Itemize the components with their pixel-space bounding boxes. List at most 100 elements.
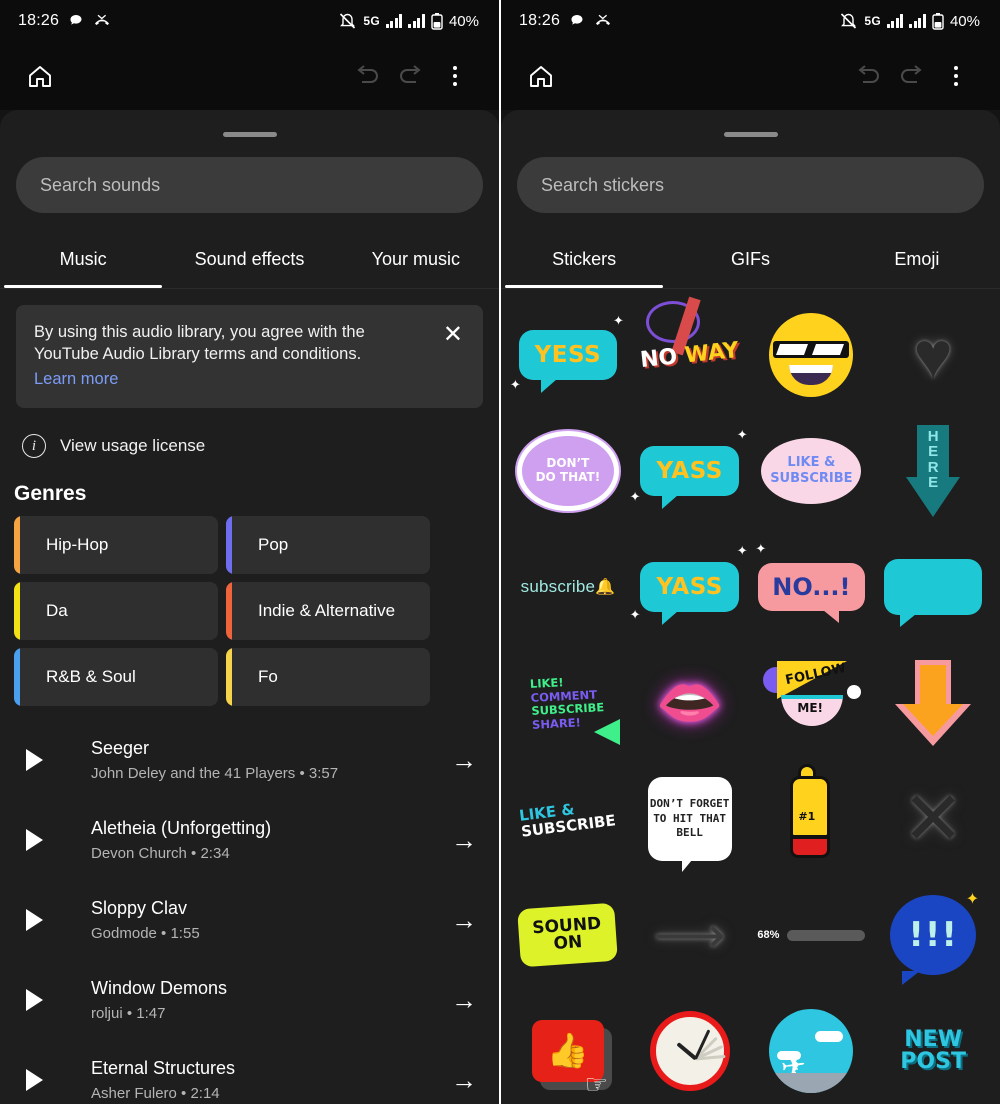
sticker-hit-that-bell[interactable]: DON’T FORGET TO HIT THAT BELL — [629, 761, 751, 877]
sticker-airplane[interactable]: ✈ — [751, 993, 873, 1104]
battery-icon — [431, 13, 443, 30]
megaphone-icon — [593, 719, 620, 745]
search-stickers-input[interactable]: Search stickers — [517, 157, 984, 213]
genre-chip-rnb-soul[interactable]: R&B & Soul — [14, 648, 218, 707]
sticker-text: NO...! — [758, 563, 865, 623]
tab-divider — [0, 288, 499, 289]
sticker-yass[interactable]: ✦ ✦ YASS — [629, 413, 751, 529]
sticker-yass-2[interactable]: ✦ ✦ YASS — [629, 529, 751, 645]
sticker-new-post[interactable]: NEW POST — [872, 993, 994, 1104]
sticker-exclamation-bubble[interactable]: !!! ✦ — [872, 877, 994, 993]
sticker-text: subscribe — [520, 577, 596, 596]
use-track-arrow-icon[interactable]: → — [451, 827, 477, 853]
sticker-no-way[interactable]: NO WAY — [629, 296, 751, 413]
view-usage-license-label: View usage license — [60, 436, 206, 456]
tab-gifs[interactable]: GIFs — [667, 235, 833, 288]
play-icon[interactable] — [26, 909, 43, 932]
genre-label: Da — [46, 601, 68, 621]
sticker-subscribe-bell[interactable]: subscribe 🔔 — [507, 529, 629, 645]
status-bar: 18:26 5G 40% — [0, 0, 499, 42]
sticker-neon-x[interactable]: ✕ — [872, 761, 994, 877]
track-row[interactable]: Sloppy Clav Godmode • 1:55 → — [0, 880, 499, 960]
sticker-orange-arrow[interactable] — [872, 645, 994, 761]
more-options-icon — [453, 66, 457, 86]
track-row[interactable]: Window Demons roljui • 1:47 → — [0, 960, 499, 1040]
sticker-here-arrow[interactable]: HERE — [872, 413, 994, 529]
sticker-no-exclaim[interactable]: ✦ NO...! — [751, 529, 873, 645]
track-row[interactable]: Aletheia (Unforgetting) Devon Church • 2… — [0, 800, 499, 880]
tab-stickers[interactable]: Stickers — [501, 235, 667, 288]
genre-label: R&B & Soul — [46, 667, 136, 687]
genre-chip-folk[interactable]: Fo — [226, 648, 430, 707]
tab-sound-effects[interactable]: Sound effects — [166, 235, 332, 288]
sticker-line-2: DO THAT! — [535, 470, 601, 484]
tab-music[interactable]: Music — [0, 235, 166, 288]
home-button[interactable] — [519, 54, 563, 98]
sticker-like-comment-subscribe-share[interactable]: LIKE! COMMENT SUBSCRIBE SHARE! — [507, 645, 629, 761]
genre-chip-indie-alternative[interactable]: Indie & Alternative — [226, 582, 430, 641]
tab-emoji[interactable]: Emoji — [834, 235, 1000, 288]
sticker-grey-arrow[interactable]: ⟶ — [629, 877, 751, 993]
use-track-arrow-icon[interactable]: → — [451, 747, 477, 773]
sticker-like-and-subscribe-oval[interactable]: LIKE & SUBSCRIBE — [751, 413, 873, 529]
sticker-follow-me[interactable]: FOLLOW ME! — [751, 645, 873, 761]
heart-icon: ♥ — [913, 318, 953, 392]
use-track-arrow-icon[interactable]: → — [451, 907, 477, 933]
more-options-button[interactable] — [433, 54, 477, 98]
down-arrow-icon — [895, 660, 972, 746]
redo-button[interactable] — [890, 54, 934, 98]
sticker-empty-bubble[interactable] — [872, 529, 994, 645]
sticker-dont-do-that[interactable]: DON’T DO THAT! — [507, 413, 629, 529]
play-icon[interactable] — [26, 1069, 43, 1092]
redo-icon — [901, 65, 922, 83]
sticker-clock[interactable] — [629, 993, 751, 1104]
sticker-text: #1 — [798, 810, 816, 823]
sticker-foam-finger[interactable]: #1 — [751, 761, 873, 877]
notice-line-2: YouTube Audio Library terms and conditio… — [34, 345, 362, 364]
home-button[interactable] — [18, 54, 62, 98]
sparkle-icon: ✦ — [965, 889, 981, 908]
battery-percent-label: 40% — [448, 12, 479, 30]
genre-chip-dance[interactable]: Da — [14, 582, 218, 641]
sticker-cool-emoji[interactable] — [751, 297, 873, 413]
track-subtitle: Asher Fulero • 2:14 — [91, 1085, 220, 1103]
tab-your-music[interactable]: Your music — [333, 235, 499, 288]
genre-chip-hip-hop[interactable]: Hip-Hop — [14, 516, 218, 575]
track-subtitle: Godmode • 1:55 — [91, 925, 200, 943]
sticker-yess[interactable]: ✦ ✦ YESS — [507, 297, 629, 413]
sticker-line-1: DON’T — [546, 456, 590, 471]
info-icon: i — [22, 434, 46, 459]
notification-dot-icon — [571, 15, 583, 25]
track-row[interactable]: Seeger John Deley and the 41 Players • 3… — [0, 720, 499, 800]
sticker-like-subscribe-banner[interactable]: LIKE & SUBSCRIBE — [507, 761, 629, 877]
undo-button[interactable] — [846, 54, 890, 98]
track-row[interactable]: Eternal Structures Asher Fulero • 2:14 → — [0, 1040, 499, 1104]
signal-icon — [385, 14, 403, 28]
genre-chip-pop[interactable]: Pop — [226, 516, 430, 575]
sticker-neon-heart[interactable]: ♥ — [872, 297, 994, 413]
use-track-arrow-icon[interactable]: → — [451, 987, 477, 1013]
notification-dot-icon — [70, 15, 82, 25]
undo-button[interactable] — [345, 54, 389, 98]
sticker-neon-lips[interactable]: 👄 — [629, 645, 751, 761]
sticker-sound-on[interactable]: SOUND ON — [507, 877, 629, 993]
sheet-drag-handle[interactable] — [222, 132, 277, 137]
play-icon[interactable] — [26, 829, 43, 852]
more-options-button[interactable] — [934, 54, 978, 98]
sticker-like-button[interactable]: 👍 ☞ — [507, 993, 629, 1104]
view-usage-license-row[interactable]: i View usage license — [22, 434, 499, 459]
editor-toolbar — [0, 42, 499, 110]
use-track-arrow-icon[interactable]: → — [451, 1067, 477, 1093]
track-subtitle: John Deley and the 41 Players • 3:57 — [91, 765, 339, 783]
redo-button[interactable] — [389, 54, 433, 98]
cursor-icon: ☞ — [584, 1069, 608, 1099]
sheet-drag-handle[interactable] — [723, 132, 778, 137]
track-list: Seeger John Deley and the 41 Players • 3… — [0, 720, 499, 1104]
learn-more-link[interactable]: Learn more — [34, 368, 425, 390]
play-icon[interactable] — [26, 749, 43, 772]
close-notice-button[interactable]: ✕ — [435, 321, 465, 390]
home-icon — [29, 66, 51, 87]
search-sounds-input[interactable]: Search sounds — [16, 157, 483, 213]
play-icon[interactable] — [26, 989, 43, 1012]
sticker-progress-bar[interactable]: 68% — [751, 877, 873, 993]
